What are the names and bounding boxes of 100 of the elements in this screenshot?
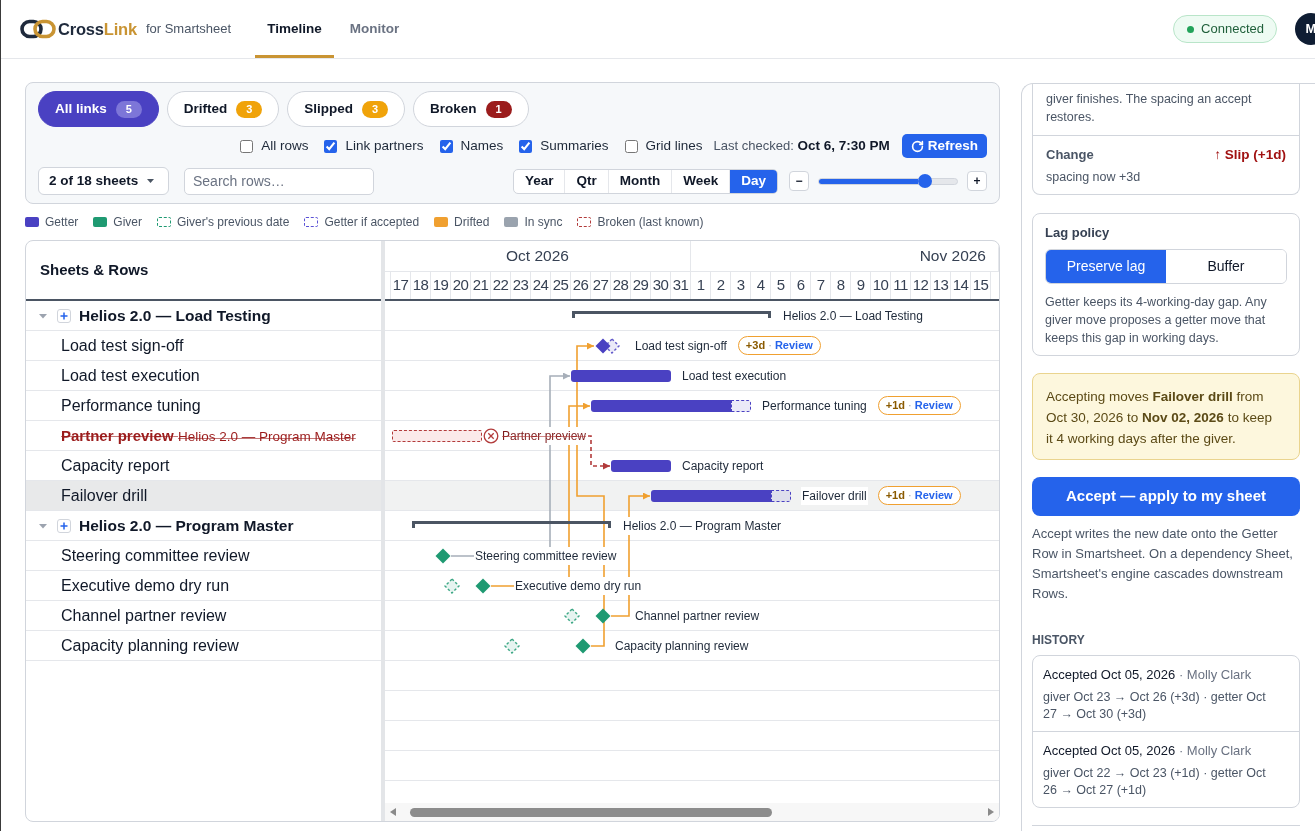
review-badge[interactable]: +3d · Review [737, 336, 821, 355]
legend-label: Broken (last known) [597, 214, 704, 231]
bar-label: Failover drill [801, 486, 868, 505]
day-number: 2 [711, 272, 731, 299]
history-entry-details: giver Oct 22 → Oct 23 (+1d) · getter Oct 26 → Oct 27 (+1d) [1043, 765, 1267, 799]
checkbox[interactable] [439, 139, 453, 153]
brand-tagline: for Smartsheet [145, 20, 232, 39]
accept-note: Accept writes the new date onto the Getter Row in Smartsheet. On a dependency Sheet, Smartsheet's engine cascades downstream Rows. [1032, 525, 1294, 603]
review-badge[interactable]: +1d · Review [877, 486, 961, 505]
day-number: 13 [931, 272, 951, 299]
policy-option[interactable]: Preserve lag [1046, 250, 1166, 283]
scale-tab[interactable]: Month [607, 169, 672, 193]
last-checked-text: Last checked: Oct 6, 7:30 PM [713, 136, 890, 155]
checkbox-label[interactable]: All rows [261, 135, 309, 157]
nav-tab[interactable]: Timeline [255, 0, 334, 58]
zoom-in-button[interactable]: + [967, 171, 987, 191]
status-label: Connected [1201, 20, 1264, 39]
day-number: 9 [851, 272, 871, 299]
history-entry-details: giver Oct 23 → Oct 26 (+3d) · getter Oct 27 → Oct 30 (+3d) [1043, 689, 1267, 723]
checkbox-label[interactable]: Names [460, 135, 504, 157]
x-circle-icon [483, 428, 499, 444]
caret-icon[interactable] [39, 311, 47, 320]
legend-label: Getter if accepted [324, 214, 420, 231]
review-badge[interactable]: +1d · Review [877, 396, 961, 415]
day-number: 12 [911, 272, 931, 299]
refresh-button[interactable]: Refresh [901, 134, 987, 158]
legend-label: Getter [45, 214, 79, 231]
checkbox[interactable] [624, 139, 638, 153]
day-number: 3 [731, 272, 751, 299]
day-number: 15 [971, 272, 991, 299]
accept-button[interactable]: Accept — apply to my sheet [1032, 477, 1300, 516]
legend-label: Drifted [454, 214, 490, 231]
day-number: 31 [671, 272, 691, 299]
zoom-out-button[interactable]: − [789, 171, 809, 191]
day-number: 30 [651, 272, 671, 299]
checkbox[interactable] [519, 139, 533, 153]
bar-label: Helios 2.0 — Program Master [622, 516, 783, 535]
horizontal-scrollbar[interactable] [385, 803, 999, 821]
day-number: 8 [831, 272, 851, 299]
caret-icon[interactable] [39, 521, 47, 530]
logo-icon [20, 19, 56, 39]
day-number: 1 [691, 272, 711, 299]
count-badge: 5 [115, 100, 142, 118]
sheet-picker[interactable]: 2 of 18 sheets [38, 167, 169, 195]
slider-thumb[interactable] [918, 173, 933, 188]
explanation-text: giver finishes. The spacing an accept restores. [1045, 91, 1253, 126]
legend-label: Giver [113, 214, 143, 231]
day-number: 29 [631, 272, 651, 299]
checkbox[interactable] [240, 139, 254, 153]
day-number: 4 [751, 272, 771, 299]
scroll-right-icon[interactable] [988, 808, 994, 816]
scale-tab[interactable]: Qtr [564, 169, 608, 193]
caret-icon [147, 179, 154, 183]
column-heading: Sheets & Rows [40, 259, 149, 280]
filter-pill[interactable]: Drifted 3 [166, 91, 280, 127]
checkbox-label[interactable]: Summaries [540, 135, 609, 157]
sheet-row[interactable]: Failover drill [26, 481, 381, 511]
zoom-slider[interactable] [818, 177, 958, 185]
scroll-left-icon[interactable] [390, 808, 396, 816]
checkbox-label[interactable]: Link partners [345, 135, 424, 157]
policy-description: Getter keeps its 4-working-day gap. Any giver move proposes a getter move that keeps this gap in working days. [1045, 294, 1268, 347]
scale-tab[interactable]: Day [729, 169, 777, 193]
legend-label: Giver's previous date [177, 214, 290, 231]
change-value: ↑ Slip (+1d) [1214, 145, 1286, 164]
search-field[interactable]: Search rows… [184, 167, 374, 195]
day-number: 26 [571, 272, 591, 299]
filter-pill[interactable]: Slipped 3 [287, 91, 406, 127]
day-number: 25 [551, 272, 571, 299]
notice-box: Accepting moves Failover drill from Oct 30, 2026 to Nov 02, 2026 to keep it 4 working days after the giver. [1032, 373, 1300, 460]
day-number: 23 [511, 272, 531, 299]
card-title: Lag policy [1045, 224, 1111, 242]
day-number: 5 [771, 272, 791, 299]
plus-icon[interactable] [57, 518, 71, 533]
day-number: 11 [891, 272, 911, 299]
day-number: 17 [391, 272, 411, 299]
user-avatar[interactable]: M [1295, 13, 1315, 45]
day-number: 19 [431, 272, 451, 299]
change-label: Change [1046, 146, 1094, 165]
day-number: 24 [531, 272, 551, 299]
bar-label: Executive demo dry run [514, 576, 643, 595]
checkbox[interactable] [324, 139, 338, 153]
day-number: 22 [491, 272, 511, 299]
filter-pill[interactable]: Broken 1 [413, 91, 529, 127]
count-badge: 1 [485, 100, 512, 118]
scrollbar-thumb[interactable] [410, 807, 772, 817]
filter-pill[interactable]: All links 5 [38, 91, 159, 127]
history-heading: HISTORY [1032, 632, 1086, 648]
day-number: 7 [811, 272, 831, 299]
count-badge: 3 [362, 100, 389, 118]
bar-label: Partner preview [501, 426, 588, 445]
month-label: Oct 2026 [506, 246, 569, 267]
scale-tab[interactable]: Year [513, 169, 565, 193]
change-note: spacing now +3d [1046, 169, 1142, 186]
legend-label: In sync [524, 214, 563, 231]
day-number: 20 [451, 272, 471, 299]
day-number: 28 [611, 272, 631, 299]
plus-icon[interactable] [57, 308, 71, 323]
checkbox-label[interactable]: Grid lines [645, 135, 703, 157]
nav-tab[interactable]: Monitor [337, 0, 412, 58]
history-entry-title: Accepted Oct 05, 2026 · Molly Clark [1043, 666, 1253, 684]
